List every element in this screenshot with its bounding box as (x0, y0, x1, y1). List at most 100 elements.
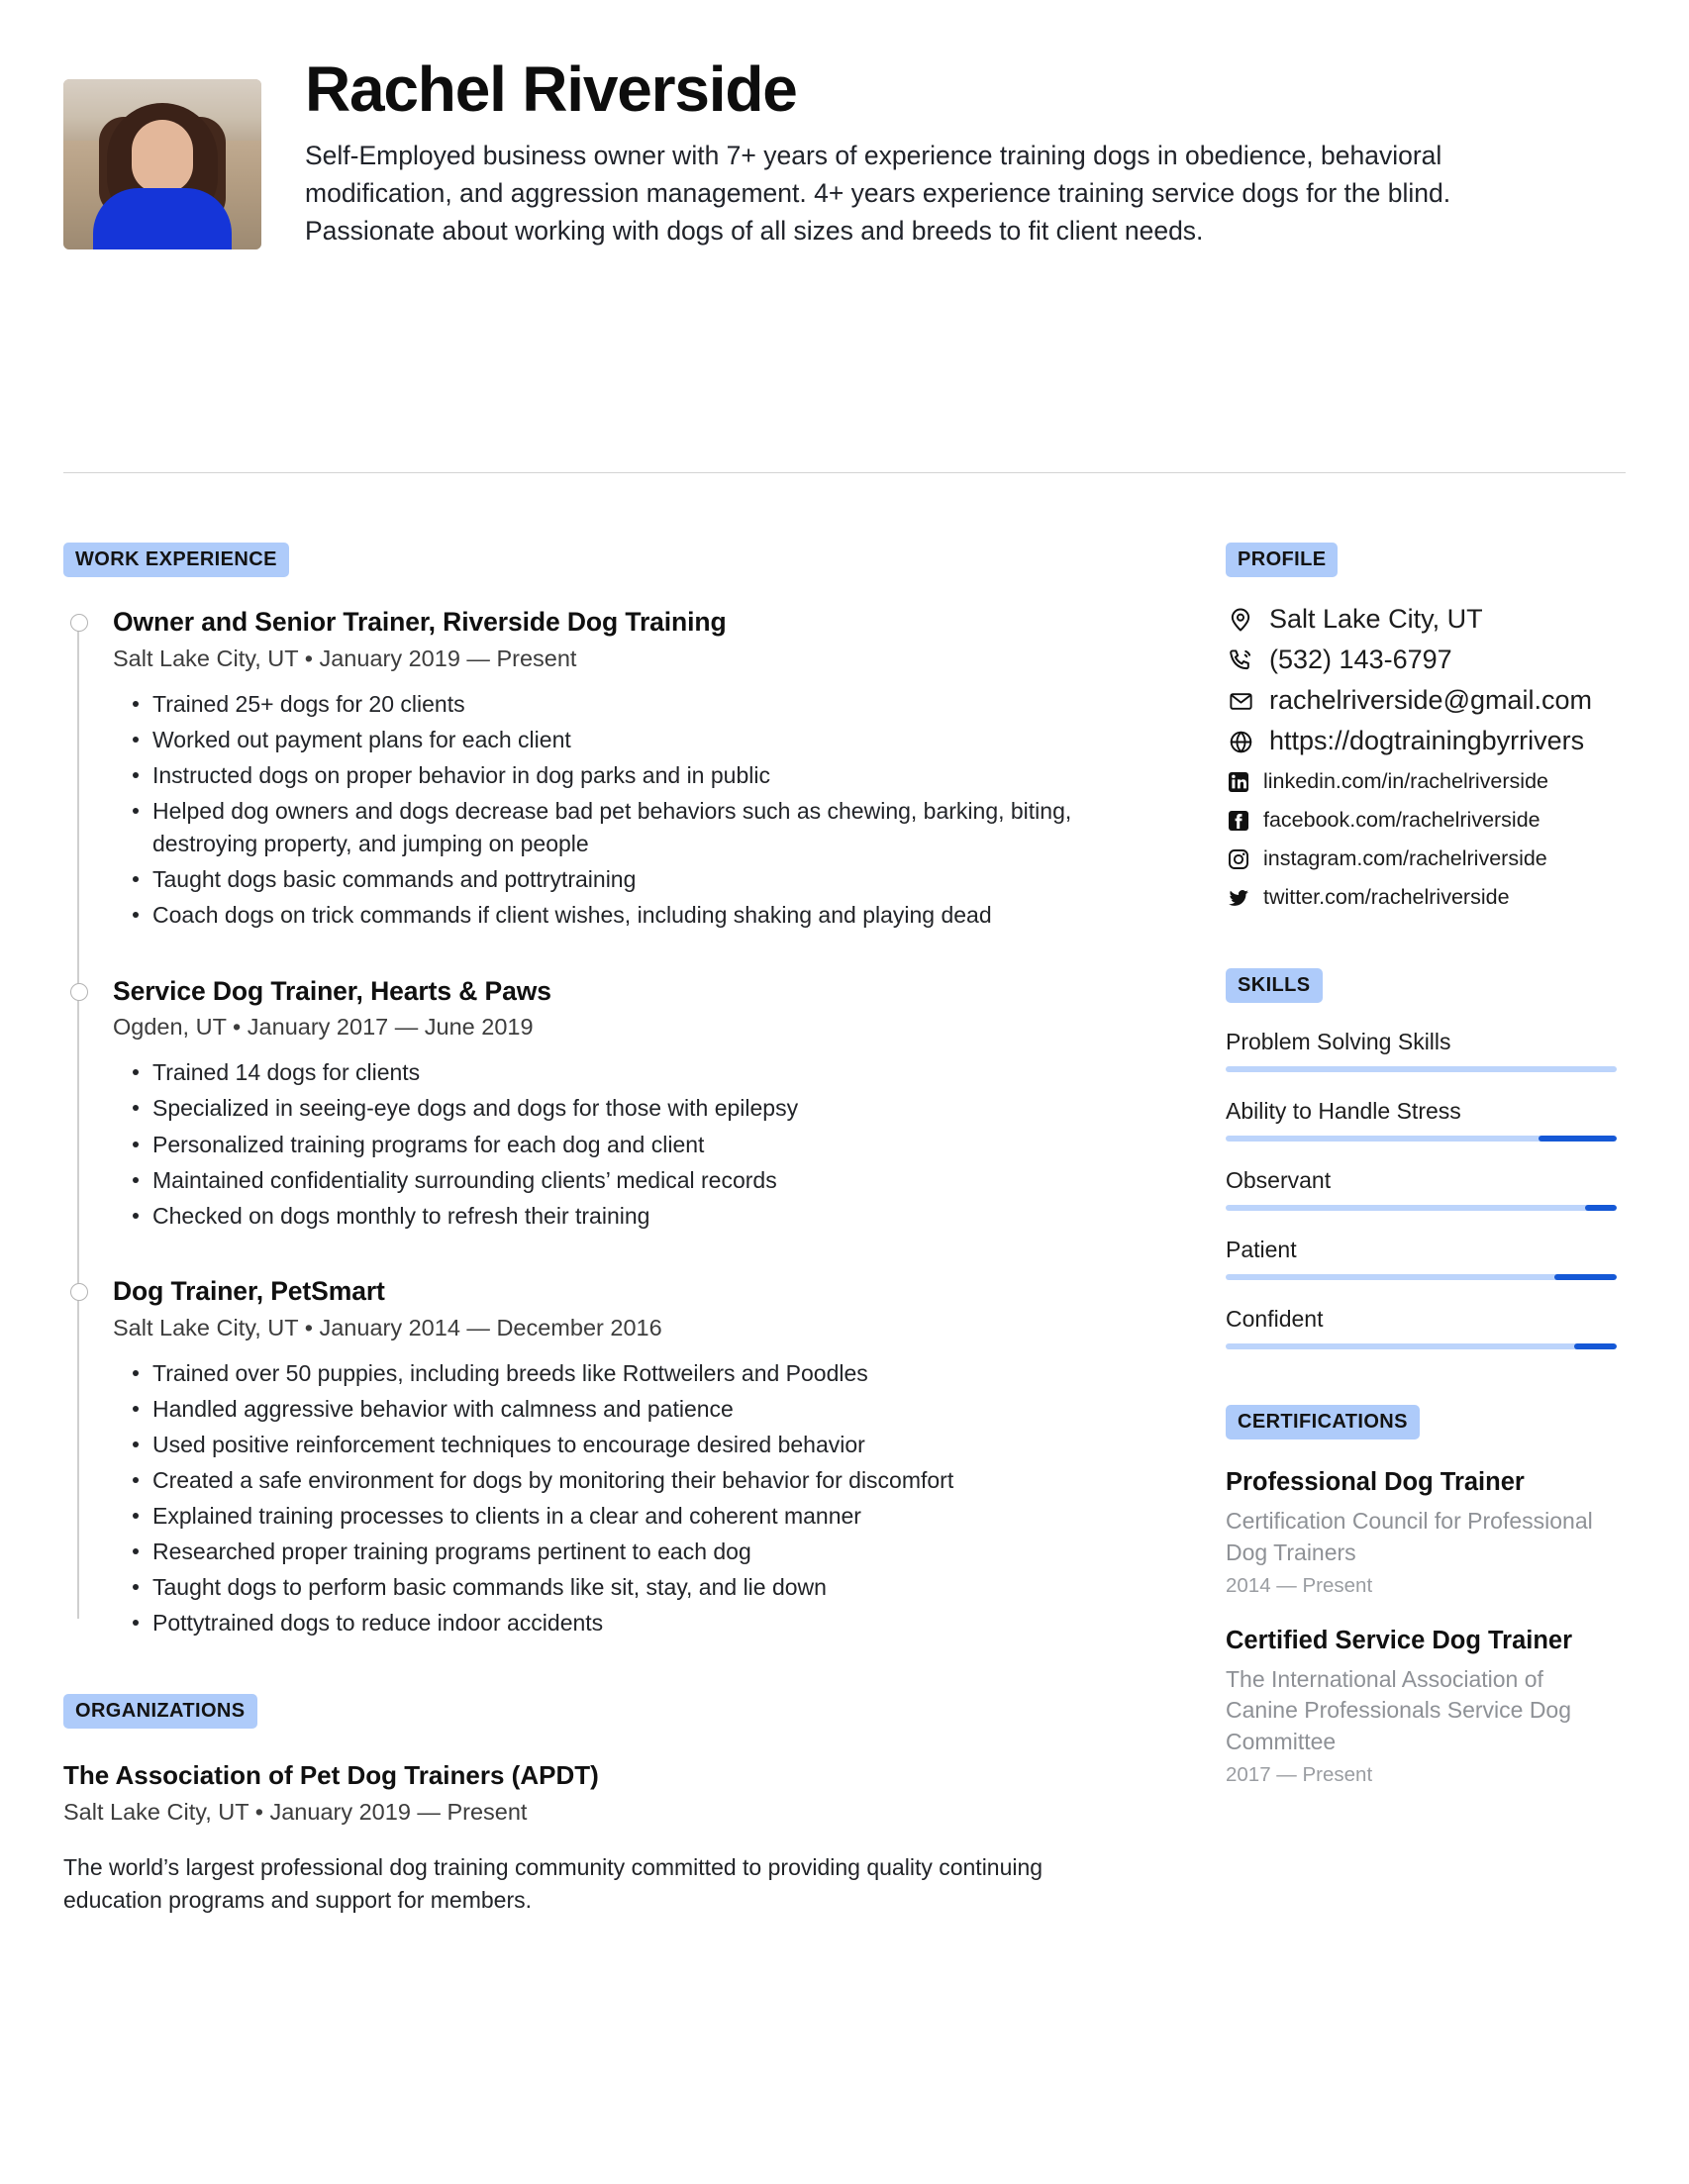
skills-section: SKILLS Problem Solving Skills Ability to … (1226, 968, 1617, 1349)
organizations-list: The Association of Pet Dog Trainers (APD… (63, 1760, 1147, 1918)
contact-row[interactable]: linkedin.com/in/rachelriverside (1226, 767, 1617, 797)
globe-icon (1226, 727, 1255, 756)
contact-value: (532) 143-6797 (1269, 645, 1452, 675)
skill-level-bar (1226, 1066, 1617, 1072)
sidebar-column: PROFILE Salt Lake City, UT (532) 143-6797… (1226, 543, 1617, 1787)
job-bullet: Helped dog owners and dogs decrease bad … (113, 795, 1147, 860)
job-bullet: Created a safe environment for dogs by m… (113, 1464, 1147, 1497)
job-meta: Ogden, UT • January 2017 — June 2019 (113, 1014, 534, 1041)
job-bullet: Pottytrained dogs to reduce indoor accid… (113, 1607, 1147, 1639)
skill-level-bar (1226, 1274, 1617, 1280)
contact-value: Salt Lake City, UT (1269, 604, 1483, 635)
certifications-section: CERTIFICATIONS Professional Dog Trainer C… (1226, 1405, 1617, 1787)
resume-page: Rachel Riverside Self-Employed business … (0, 0, 1689, 2184)
skill-item: Problem Solving Skills (1226, 1029, 1617, 1072)
skill-name: Patient (1226, 1237, 1297, 1262)
skill-name: Problem Solving Skills (1226, 1029, 1451, 1054)
envelope-icon (1226, 686, 1255, 716)
header-text-block: Rachel Riverside Self-Employed business … (261, 53, 1626, 250)
contact-value: twitter.com/rachelriverside (1263, 885, 1510, 910)
certification-name: Professional Dog Trainer (1226, 1468, 1525, 1496)
section-badge-certifications: CERTIFICATIONS (1226, 1405, 1420, 1439)
organization-title: The Association of Pet Dog Trainers (APD… (63, 1759, 599, 1790)
job-title: Dog Trainer, PetSmart (113, 1275, 385, 1306)
organization-description: The world’s largest professional dog tra… (63, 1853, 1043, 1913)
avatar (63, 79, 261, 249)
facebook-icon (1226, 808, 1251, 834)
contact-row[interactable]: Salt Lake City, UT (1226, 604, 1617, 635)
organization-meta: Salt Lake City, UT • January 2019 — Pres… (63, 1798, 528, 1825)
job-meta: Salt Lake City, UT • January 2014 — Dece… (113, 1314, 662, 1340)
job-bullet: Trained 14 dogs for clients (113, 1056, 1147, 1089)
skill-item: Confident (1226, 1306, 1617, 1349)
job-bullet: Explained training processes to clients … (113, 1500, 1147, 1533)
contact-row[interactable]: rachelriverside@gmail.com (1226, 685, 1617, 716)
skill-name: Confident (1226, 1306, 1324, 1332)
job-bullet: Handled aggressive behavior with calmnes… (113, 1393, 1147, 1426)
certification-item: Professional Dog Trainer Certification Co… (1226, 1467, 1617, 1598)
skill-level-bar (1226, 1136, 1617, 1142)
skills-list: Problem Solving Skills Ability to Handle … (1226, 1029, 1617, 1349)
certification-issuer: Certification Council for Professional D… (1226, 1508, 1593, 1565)
avatar-face (132, 120, 193, 194)
contact-value: rachelriverside@gmail.com (1269, 685, 1593, 716)
contact-value: linkedin.com/in/rachelriverside (1263, 769, 1548, 794)
skill-level-fill (1553, 1274, 1617, 1280)
certification-dates: 2014 — Present (1226, 1573, 1373, 1597)
job-bullet: Checked on dogs monthly to refresh their… (113, 1200, 1147, 1233)
contact-value: https://dogtrainingbyrrivers (1269, 726, 1585, 756)
job-bullet: Taught dogs to perform basic commands li… (113, 1571, 1147, 1604)
skill-item: Patient (1226, 1237, 1617, 1280)
job-bullet-list: Trained 14 dogs for clients Specialized i… (113, 1056, 1147, 1233)
page-title: Rachel Riverside (305, 53, 798, 125)
section-badge-skills: SKILLS (1226, 968, 1323, 1003)
work-experience-entry: Dog Trainer, PetSmart Salt Lake City, UT … (70, 1275, 1147, 1640)
job-bullet: Personalized training programs for each … (113, 1129, 1147, 1161)
skill-level-fill (1585, 1205, 1617, 1211)
contact-list: Salt Lake City, UT (532) 143-6797 rachelri… (1226, 604, 1617, 913)
job-bullet: Used positive reinforcement techniques t… (113, 1429, 1147, 1461)
job-meta: Salt Lake City, UT • January 2019 — Pres… (113, 645, 577, 671)
resume-header: Rachel Riverside Self-Employed business … (63, 53, 1626, 250)
header-divider (63, 472, 1626, 473)
contact-row[interactable]: facebook.com/rachelriverside (1226, 806, 1617, 836)
job-bullet-list: Trained 25+ dogs for 20 clients Worked ou… (113, 688, 1147, 933)
location-pin-icon (1226, 605, 1255, 635)
job-bullet: Trained 25+ dogs for 20 clients (113, 688, 1147, 721)
avatar-shirt (93, 188, 232, 249)
job-bullet: Specialized in seeing-eye dogs and dogs … (113, 1092, 1147, 1125)
certification-dates: 2017 — Present (1226, 1762, 1373, 1786)
contact-row[interactable]: instagram.com/rachelriverside (1226, 844, 1617, 874)
skill-level-bar (1226, 1205, 1617, 1211)
section-badge-work-experience: WORK EXPERIENCE (63, 543, 289, 577)
skill-item: Ability to Handle Stress (1226, 1098, 1617, 1142)
work-experience-entry: Service Dog Trainer, Hearts & Paws Ogden,… (70, 975, 1147, 1233)
contact-row[interactable]: https://dogtrainingbyrrivers (1226, 726, 1617, 756)
instagram-icon (1226, 846, 1251, 872)
phone-icon (1226, 645, 1255, 675)
contact-value: facebook.com/rachelriverside (1263, 808, 1540, 833)
skill-name: Ability to Handle Stress (1226, 1098, 1461, 1124)
certification-issuer: The International Association of Canine … (1226, 1665, 1572, 1755)
contact-value: instagram.com/rachelriverside (1263, 846, 1547, 871)
certification-item: Certified Service Dog Trainer The Interna… (1226, 1626, 1617, 1787)
job-bullet: Worked out payment plans for each client (113, 724, 1147, 756)
professional-summary: Self-Employed business owner with 7+ yea… (305, 141, 1451, 247)
contact-row[interactable]: twitter.com/rachelriverside (1226, 883, 1617, 913)
skill-level-bar (1226, 1343, 1617, 1349)
timeline-marker-icon (70, 982, 88, 1001)
job-bullet: Taught dogs basic commands and pottrytra… (113, 863, 1147, 896)
section-badge-profile: PROFILE (1226, 543, 1339, 577)
job-title: Owner and Senior Trainer, Riverside Dog … (113, 607, 727, 637)
job-bullet: Trained over 50 puppies, including breed… (113, 1357, 1147, 1390)
main-column: WORK EXPERIENCE Owner and Senior Trainer… (63, 543, 1147, 1917)
work-experience-timeline: Owner and Senior Trainer, Riverside Dog … (63, 607, 1147, 1640)
skill-name: Observant (1226, 1167, 1332, 1193)
skill-level-fill (1539, 1136, 1617, 1142)
job-bullet: Researched proper training programs pert… (113, 1536, 1147, 1568)
job-title: Service Dog Trainer, Hearts & Paws (113, 975, 551, 1006)
linkedin-icon (1226, 769, 1251, 795)
timeline-marker-icon (70, 1282, 88, 1301)
work-experience-entry: Owner and Senior Trainer, Riverside Dog … (70, 607, 1147, 933)
contact-row[interactable]: (532) 143-6797 (1226, 645, 1617, 675)
